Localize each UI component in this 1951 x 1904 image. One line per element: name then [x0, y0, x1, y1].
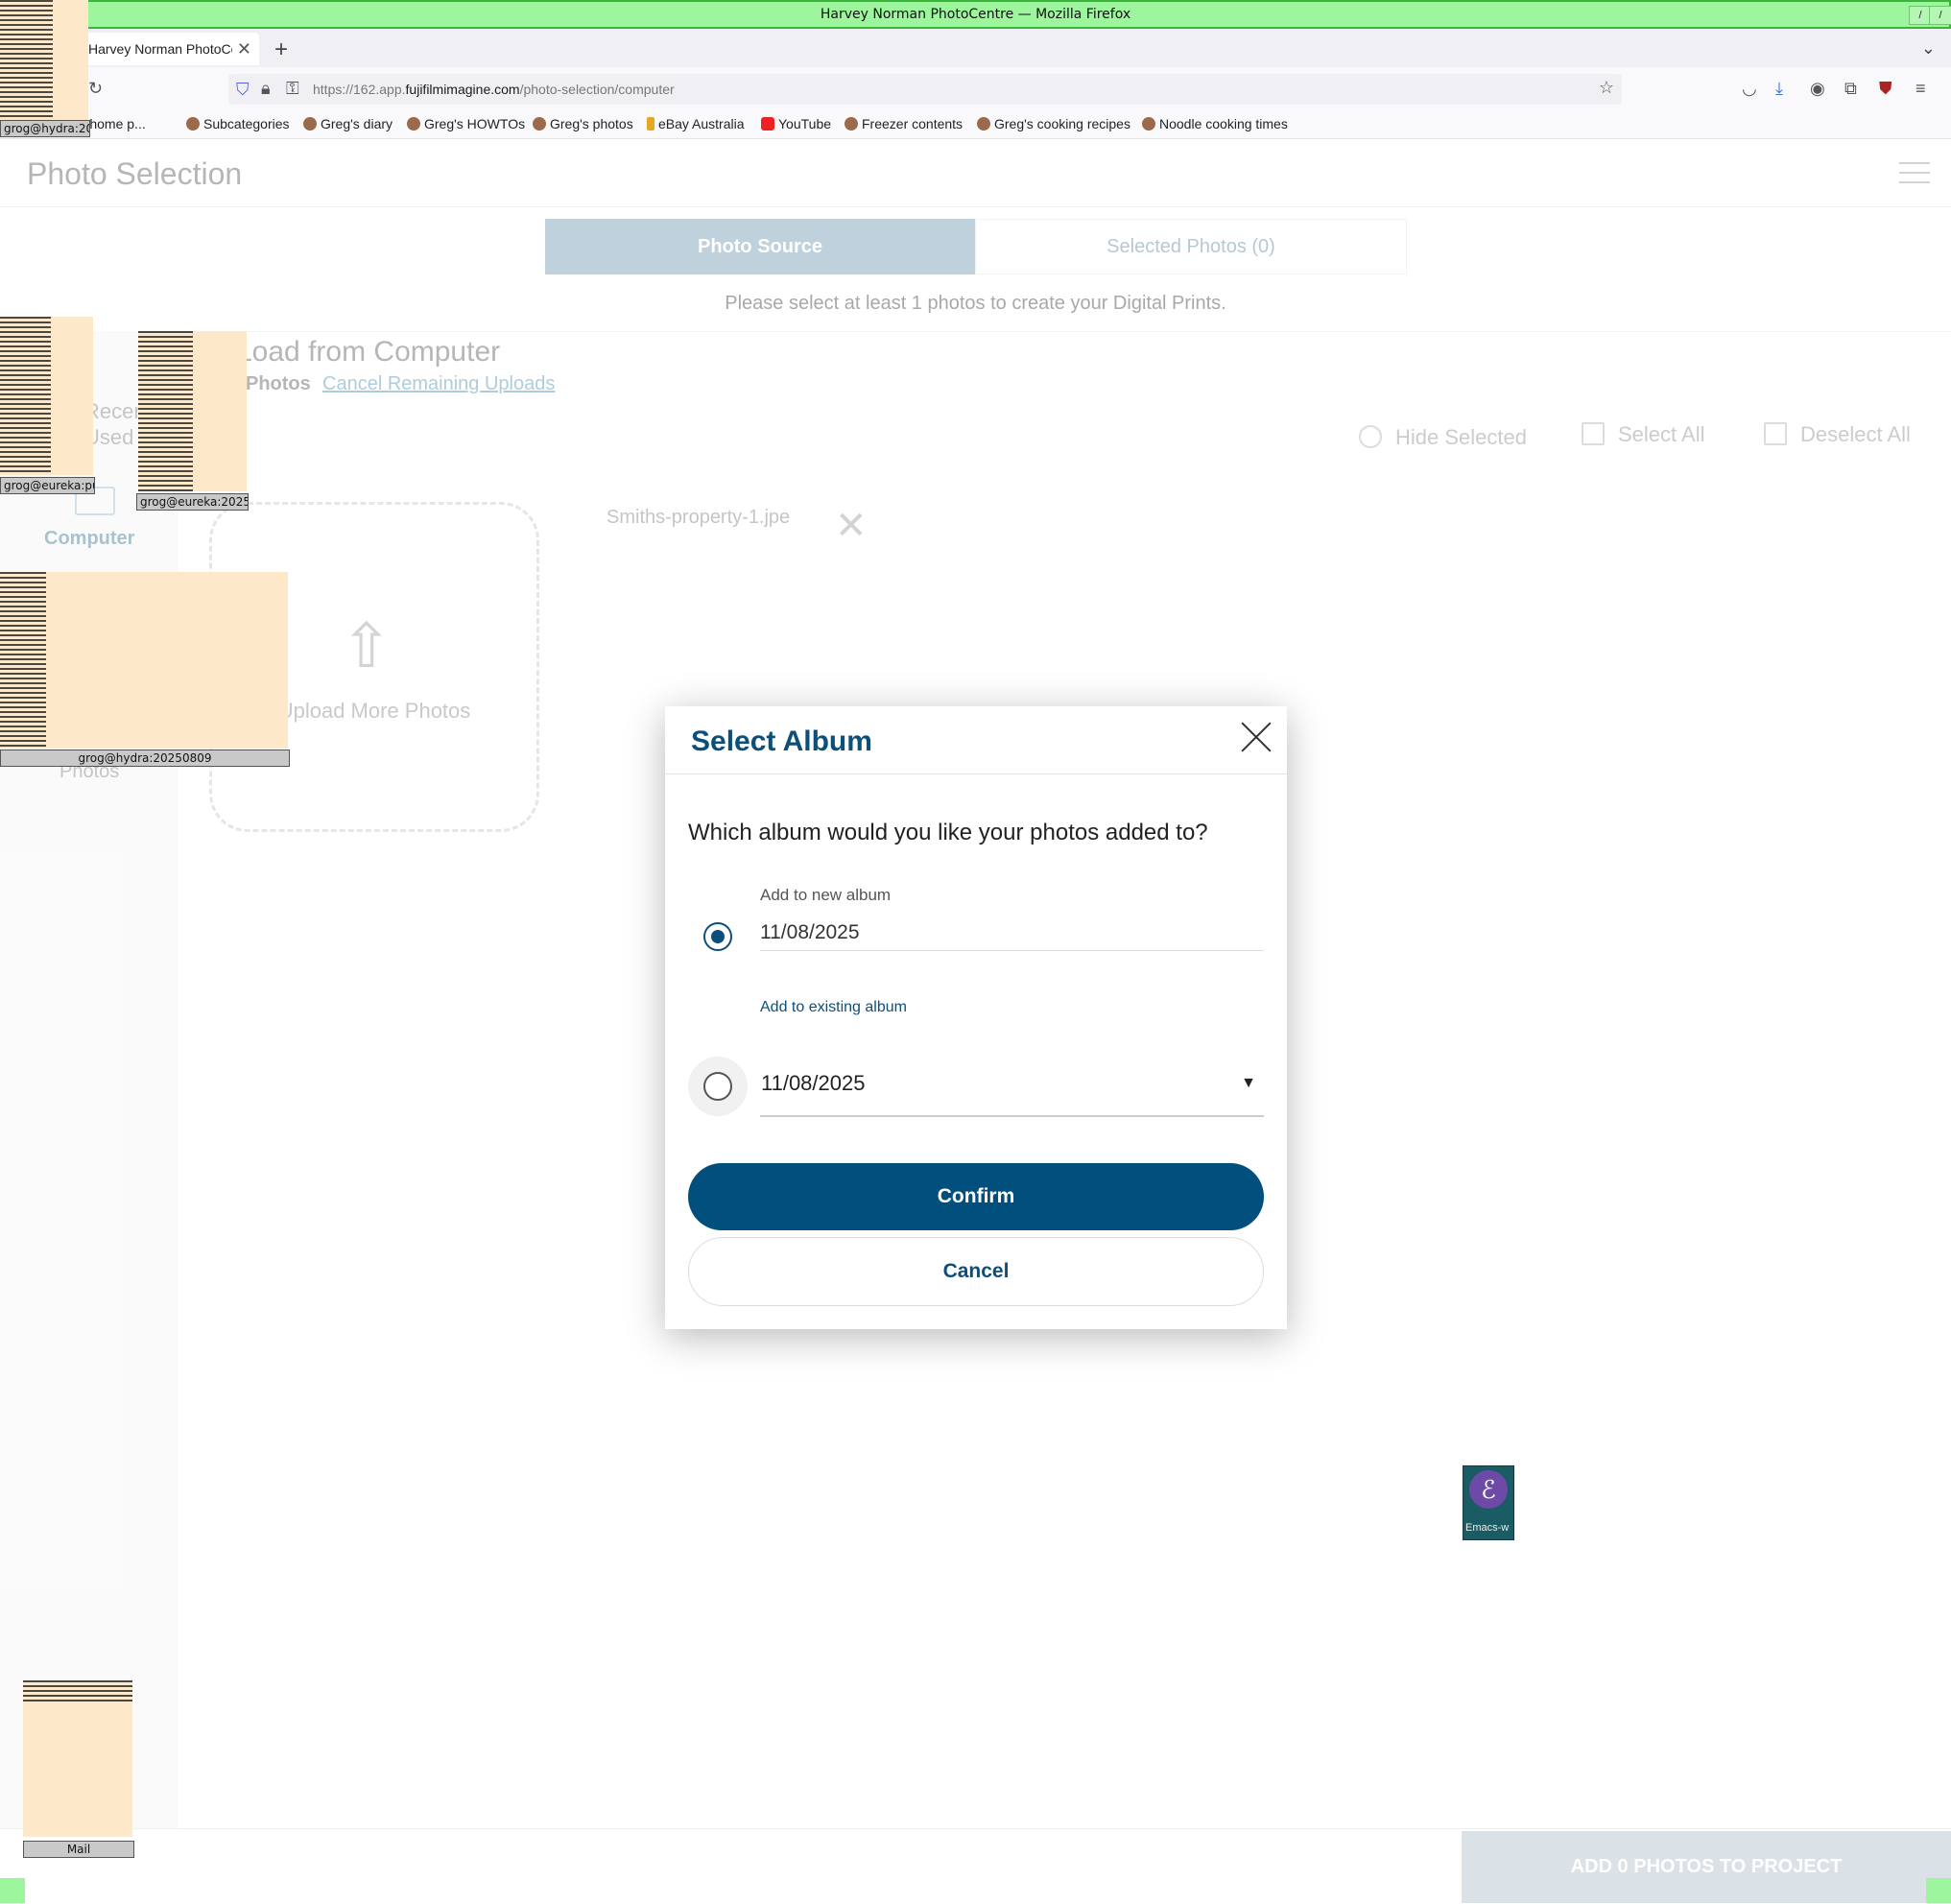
bookmark-star-icon[interactable]: ☆ [1599, 78, 1614, 98]
youtube-icon [761, 117, 774, 131]
bookmark-item[interactable]: Greg's photos [533, 116, 633, 131]
existing-album-radio-wrapper[interactable] [688, 1057, 748, 1116]
existing-album-radio[interactable] [703, 1072, 732, 1101]
existing-album-label: Add to existing album [760, 999, 907, 1015]
dialog-title: Select Album [691, 726, 872, 757]
bookmark-item[interactable]: eBay Australia [647, 116, 745, 131]
new-album-name-input[interactable] [760, 916, 1264, 951]
list-all-tabs-icon[interactable]: ⌄ [1921, 38, 1936, 59]
bookmark-favicon-icon [407, 117, 420, 131]
lock-icon[interactable]: 🔒︎ [261, 79, 271, 99]
confirm-button[interactable]: Confirm [688, 1163, 1264, 1230]
tab-strip: Harvey Norman PhotoCentre ✕ [0, 29, 1951, 68]
pocket-icon[interactable]: ◡ [1742, 79, 1757, 99]
cancel-button[interactable]: Cancel [688, 1237, 1264, 1306]
bookmark-favicon-icon [977, 117, 990, 131]
tracking-protection-icon[interactable]: ⛉ [236, 80, 250, 100]
bookmark-favicon-icon [533, 117, 546, 131]
existing-album-value: 11/08/2025 [761, 1071, 866, 1095]
window-corner-handle[interactable] [0, 1878, 25, 1903]
mail-thumbnail[interactable] [23, 1680, 132, 1837]
xterm-thumbnail-label: grog@eureka:2025 [136, 493, 249, 511]
reload-icon[interactable]: ↻ [88, 79, 103, 99]
dialog-question: Which album would you like your photos a… [688, 820, 1208, 845]
xterm-thumbnail[interactable] [0, 317, 93, 475]
bookmark-item[interactable]: Greg's HOWTOs [407, 116, 525, 131]
new-album-radio[interactable] [703, 922, 732, 951]
emacs-label: Emacs-w [1465, 1522, 1510, 1534]
bookmark-item[interactable]: Greg's diary [303, 116, 393, 131]
bookmark-favicon-icon [1142, 117, 1155, 131]
xterm-thumbnail[interactable] [0, 572, 288, 749]
window-corner-handle[interactable] [1926, 1878, 1951, 1903]
select-album-dialog: Select Album Which album would you like … [665, 706, 1287, 1329]
account-icon[interactable]: ◉ [1810, 79, 1825, 99]
downloads-icon[interactable]: ⤓ [1775, 79, 1783, 99]
bookmark-item[interactable]: Subcategories [186, 116, 290, 131]
navigation-bar: ↻ ⛉ 🔒︎ ⚿ https://162.app.fujifilmimagine… [0, 67, 1951, 109]
ublock-icon[interactable]: ⛊ [1879, 79, 1892, 99]
menu-icon[interactable]: ≡ [1915, 79, 1926, 99]
bookmarks-toolbar: Local home p... Subcategories Greg's dia… [0, 109, 1951, 139]
extensions-icon[interactable]: ⧉ [1844, 79, 1857, 99]
bookmark-item[interactable]: Greg's cooking recipes [977, 116, 1130, 131]
dropdown-arrow-icon: ▼ [1241, 1075, 1256, 1091]
xterm-thumbnail-label: grog@hydra:20050 [0, 120, 90, 137]
bookmark-favicon-icon [303, 117, 317, 131]
new-tab-button[interactable]: + [274, 36, 288, 63]
ebay-icon [647, 117, 654, 131]
key-icon[interactable]: ⚿ [286, 79, 299, 99]
existing-album-select[interactable]: 11/08/2025 ▼ [760, 1061, 1264, 1117]
bookmark-favicon-icon [186, 117, 200, 131]
new-album-label: Add to new album [760, 886, 892, 904]
close-tab-icon[interactable]: ✕ [237, 39, 251, 60]
browser-tab-label: Harvey Norman PhotoCentre [88, 41, 232, 57]
window-titlebar[interactable]: Harvey Norman PhotoCentre — Mozilla Fire… [0, 0, 1951, 29]
bookmark-favicon-icon [845, 117, 858, 131]
close-icon[interactable] [1239, 720, 1273, 754]
xterm-thumbnail[interactable] [0, 0, 88, 121]
maximize-button[interactable]: / [1929, 6, 1951, 25]
browser-tab[interactable]: Harvey Norman PhotoCentre ✕ [67, 33, 259, 65]
bookmark-item[interactable]: Noodle cooking times [1142, 116, 1288, 131]
url-bar[interactable]: ⛉ 🔒︎ ⚿ https://162.app.fujifilmimagine.c… [228, 74, 1622, 105]
mail-thumbnail-label: Mail [23, 1841, 134, 1858]
emacs-desktop-icon[interactable]: ℰ Emacs-w [1463, 1465, 1514, 1540]
bookmark-item[interactable]: YouTube [761, 116, 831, 131]
bookmark-item[interactable]: Freezer contents [845, 116, 963, 131]
emacs-icon: ℰ [1469, 1470, 1508, 1509]
xterm-thumbnail-label: grog@hydra:20250809 [0, 750, 290, 767]
xterm-thumbnail[interactable] [138, 331, 247, 491]
url-text: https://162.app.fujifilmimagine.com/phot… [313, 82, 675, 97]
window-title: Harvey Norman PhotoCentre — Mozilla Fire… [820, 7, 1131, 22]
xterm-thumbnail-label: grog@eureka:publi [0, 477, 95, 494]
